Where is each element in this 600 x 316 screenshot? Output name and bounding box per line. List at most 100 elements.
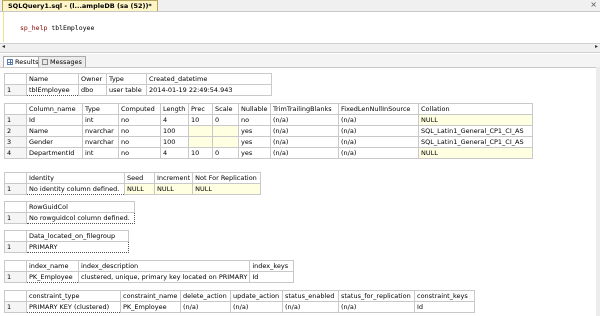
column-header[interactable]: Column_name [26,103,83,115]
table-row[interactable]: 4 DepartmentId int no 4 10 0 yes (n/a) (… [4,147,533,159]
column-header[interactable]: Type [82,103,119,115]
grid-cell[interactable]: yes [238,125,271,137]
result-grid-1[interactable]: Name Owner Type Created_datetime 1 tblEm… [4,73,272,96]
column-header[interactable]: constraint_keys [414,290,475,302]
grid-cell[interactable]: PK_Employee [26,271,79,283]
column-header[interactable]: Scale [212,103,239,115]
column-header[interactable]: Name [26,73,79,85]
column-header[interactable]: RowGuidCol [26,201,135,213]
result-grid-6[interactable]: index_name index_description index_keys … [4,260,295,283]
grid-cell[interactable]: (n/a) [338,125,419,137]
row-number[interactable]: 1 [4,183,27,195]
result-grid-2[interactable]: Column_name Type Computed Length Prec Sc… [4,103,533,159]
column-header[interactable]: TrimTrailingBlanks [270,103,339,115]
column-header[interactable]: Computed [118,103,161,115]
grid-cell[interactable]: Name [26,125,83,137]
column-header[interactable]: Increment [153,172,194,184]
grid-cell[interactable]: no [118,136,161,148]
null-cell[interactable]: NULL [192,183,262,195]
column-header[interactable]: delete_action [180,290,231,302]
table-row[interactable]: 3 Gender nvarchar no 100 yes (n/a) (n/a)… [4,136,533,148]
column-header[interactable]: Length [160,103,189,115]
grid-cell[interactable]: (n/a) [230,301,283,313]
grid-cell[interactable]: 10 [188,114,213,126]
grid-cell[interactable]: 2014-01-19 22:49:54.943 [146,84,272,96]
grid-cell[interactable]: SQL_Latin1_General_CP1_CI_AS [418,125,533,137]
column-header[interactable]: constraint_name [120,290,181,302]
column-header[interactable]: index_name [26,260,79,272]
query-document-tab[interactable]: SQLQuery1.sql - (l...ampleDB (sa (52))* [2,0,158,11]
grid-cell[interactable]: no [238,114,271,126]
null-cell[interactable]: NULL [418,147,533,159]
table-row[interactable]: 2 Name nvarchar no 100 yes (n/a) (n/a) S… [4,125,533,137]
grid-cell[interactable]: int [82,147,119,159]
grid-cell[interactable]: 100 [160,136,189,148]
grid-cell[interactable]: int [82,114,119,126]
row-number[interactable]: 1 [4,271,27,283]
grid-cell[interactable]: (n/a) [270,125,339,137]
table-row[interactable]: 1 No rowguidcol column defined. [4,212,135,224]
query-text[interactable]: sp_help tblEmployee [20,24,94,32]
null-cell[interactable]: NULL [418,114,533,126]
row-number[interactable]: 1 [4,241,27,253]
editor-horizontal-scrollbar[interactable] [0,43,600,53]
column-header[interactable]: index_description [77,260,251,272]
table-row[interactable]: 1 PRIMARY KEY (clustered) PK_Employee (n… [4,301,475,313]
grid-cell[interactable]: (n/a) [282,301,339,313]
grid-cell[interactable]: 100 [160,125,189,137]
grid-cell[interactable]: no [118,125,161,137]
column-header[interactable]: Nullable [238,103,271,115]
column-header[interactable]: Owner [78,73,107,85]
column-header[interactable]: constraint_type [26,290,121,302]
row-number[interactable]: 4 [4,147,27,159]
grid-cell[interactable]: dbo [78,84,107,96]
grid-cell[interactable]: No rowguidcol column defined. [26,212,135,224]
grid-cell[interactable]: PRIMARY [26,241,129,253]
null-cell[interactable] [212,125,239,137]
result-grid-3[interactable]: Identity Seed Increment Not For Replicat… [4,172,262,195]
grid-cell[interactable]: DepartmentId [26,147,83,159]
grid-cell[interactable]: (n/a) [338,301,415,313]
grid-cell[interactable]: yes [238,136,271,148]
result-grid-5[interactable]: Data_located_on_filegroup 1 PRIMARY [4,230,129,253]
grid-cell[interactable]: 10 [188,147,213,159]
scroll-right-icon[interactable]: ▸ [595,43,598,51]
grid-cell[interactable]: Gender [26,136,83,148]
null-cell[interactable] [212,136,239,148]
column-header[interactable]: status_for_replication [338,290,415,302]
tab-results[interactable]: Results [3,56,43,67]
column-header[interactable]: update_action [230,290,283,302]
grid-cell[interactable]: nvarchar [82,125,119,137]
grid-cell[interactable]: Id [414,301,475,313]
column-header[interactable]: Data_located_on_filegroup [26,230,129,242]
column-header[interactable]: Type [106,73,147,85]
row-number[interactable]: 3 [4,136,27,148]
table-row[interactable]: 1 PRIMARY [4,241,129,253]
grid-cell[interactable]: (n/a) [270,136,339,148]
grid-cell[interactable]: (n/a) [270,114,339,126]
column-header[interactable]: index_keys [249,260,295,272]
grid-cell[interactable]: Id [26,114,83,126]
table-row[interactable]: 1 tblEmployee dbo user table 2014-01-19 … [4,84,272,96]
grid-cell[interactable]: tblEmployee [26,84,79,96]
results-vertical-scrollbar[interactable] [596,67,600,316]
scroll-left-icon[interactable]: ◂ [2,43,5,51]
close-icon[interactable]: × [590,0,597,10]
row-number[interactable]: 1 [4,114,27,126]
grid-cell[interactable]: no [118,114,161,126]
grid-cell[interactable]: 0 [212,147,239,159]
grid-cell[interactable]: SQL_Latin1_General_CP1_CI_AS [418,136,533,148]
null-cell[interactable] [188,125,213,137]
column-header[interactable]: Collation [418,103,533,115]
grid-cell[interactable]: (n/a) [338,136,419,148]
grid-cell[interactable]: yes [238,147,271,159]
table-row[interactable]: 1 Id int no 4 10 0 no (n/a) (n/a) NULL [4,114,533,126]
row-number[interactable]: 1 [4,84,27,96]
grid-cell[interactable]: (n/a) [338,114,419,126]
column-header[interactable]: FixedLenNullInSource [338,103,419,115]
grid-cell[interactable]: no [118,147,161,159]
column-header[interactable]: status_enabled [282,290,339,302]
grid-cell[interactable]: nvarchar [82,136,119,148]
grid-cell[interactable]: 4 [160,147,189,159]
grid-cell[interactable]: clustered, unique, primary key located o… [77,271,251,283]
